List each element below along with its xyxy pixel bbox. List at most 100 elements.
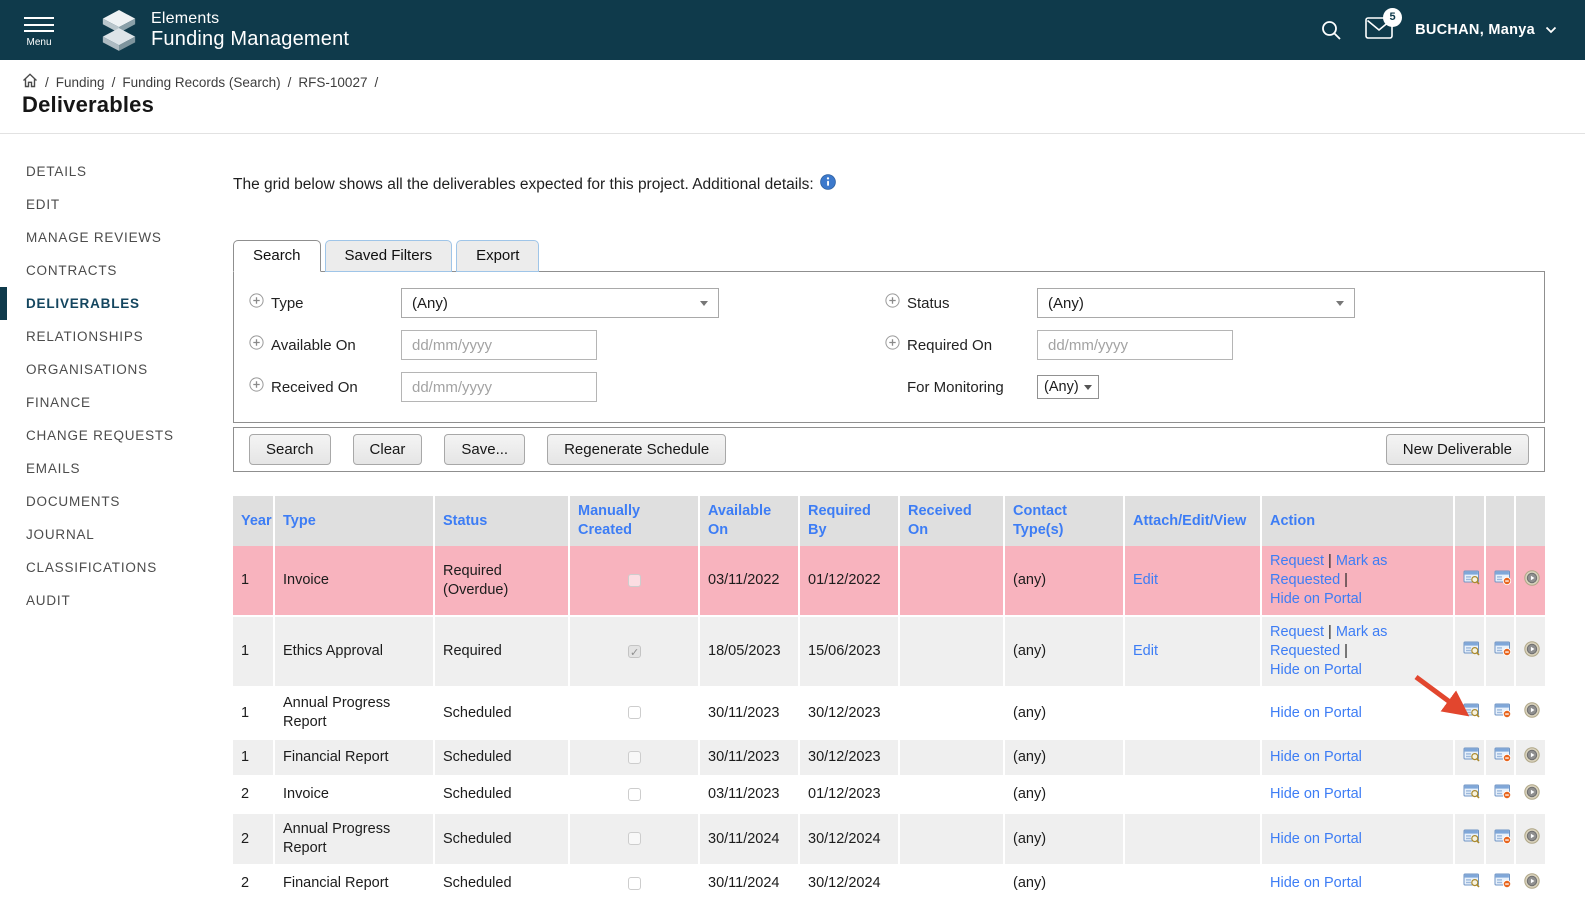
column-header-year[interactable]: Year	[233, 496, 275, 546]
column-header-manually-created[interactable]: Manually Created	[570, 496, 700, 546]
manually-created-checkbox[interactable]	[628, 706, 641, 719]
manually-created-checkbox[interactable]	[628, 645, 641, 658]
action-link-hide-on-portal[interactable]: Hide on Portal	[1270, 661, 1445, 680]
remove-from-portal-icon[interactable]	[1494, 746, 1512, 763]
action-link-hide-on-portal[interactable]: Hide on Portal	[1270, 786, 1362, 802]
column-header-action[interactable]: Action	[1262, 496, 1455, 546]
manually-created-checkbox[interactable]	[628, 877, 641, 890]
manually-created-checkbox[interactable]	[628, 788, 641, 801]
column-header-type[interactable]: Type	[275, 496, 435, 546]
sidebar-item-classifications[interactable]: CLASSIFICATIONS	[0, 551, 233, 584]
available-on-input[interactable]	[401, 330, 597, 360]
column-header-available-on[interactable]: Available On	[700, 496, 800, 546]
breadcrumb-link-funding-records-search[interactable]: Funding Records (Search)	[122, 75, 280, 90]
type-select[interactable]: (Any)	[401, 288, 719, 318]
action-link-request[interactable]: Request	[1270, 624, 1324, 640]
status-select[interactable]: (Any)	[1037, 288, 1355, 318]
cell-required-by: 30/12/2024	[800, 814, 900, 866]
sidebar-item-audit[interactable]: AUDIT	[0, 584, 233, 617]
history-icon[interactable]	[1524, 641, 1540, 657]
tab-export[interactable]: Export	[456, 240, 539, 272]
manually-created-checkbox[interactable]	[628, 574, 641, 587]
clear-button[interactable]: Clear	[353, 434, 423, 465]
column-header-status[interactable]: Status	[435, 496, 570, 546]
sidebar-item-deliverables[interactable]: DELIVERABLES	[0, 287, 233, 320]
add-criteria-icon[interactable]	[885, 335, 907, 355]
history-icon[interactable]	[1524, 747, 1540, 763]
sidebar-item-emails[interactable]: EMAILS	[0, 452, 233, 485]
sidebar-item-manage-reviews[interactable]: MANAGE REVIEWS	[0, 221, 233, 254]
column-header-attach-edit-view[interactable]: Attach/Edit/View	[1125, 496, 1262, 546]
add-criteria-icon[interactable]	[249, 377, 271, 397]
sidebar-item-journal[interactable]: JOURNAL	[0, 518, 233, 551]
breadcrumb-link-rfs-10027[interactable]: RFS-10027	[298, 75, 367, 90]
action-link-hide-on-portal[interactable]: Hide on Portal	[1270, 705, 1362, 721]
action-link-hide-on-portal[interactable]: Hide on Portal	[1270, 749, 1362, 765]
history-icon[interactable]	[1524, 828, 1540, 844]
remove-from-portal-icon[interactable]	[1494, 569, 1512, 586]
open-record-icon[interactable]	[1463, 783, 1481, 800]
tab-saved-filters[interactable]: Saved Filters	[325, 240, 453, 272]
sidebar-item-documents[interactable]: DOCUMENTS	[0, 485, 233, 518]
brand-line2: Funding Management	[151, 28, 349, 50]
action-link-hide-on-portal[interactable]: Hide on Portal	[1270, 590, 1445, 609]
required-on-input[interactable]	[1037, 330, 1233, 360]
app-logo[interactable]: Elements Funding Management	[100, 9, 349, 51]
save-button[interactable]: Save...	[444, 434, 525, 465]
home-icon[interactable]	[22, 73, 38, 91]
edit-link[interactable]: Edit	[1133, 572, 1158, 588]
open-record-icon[interactable]	[1463, 640, 1481, 657]
sidebar-item-organisations[interactable]: ORGANISATIONS	[0, 353, 233, 386]
cell-open-record-icon	[1455, 546, 1486, 617]
search-button[interactable]: Search	[249, 434, 331, 465]
edit-link[interactable]: Edit	[1133, 643, 1158, 659]
manually-created-checkbox[interactable]	[628, 751, 641, 764]
remove-from-portal-icon[interactable]	[1494, 702, 1512, 719]
regenerate-schedule-button[interactable]: Regenerate Schedule	[547, 434, 726, 465]
sidebar-item-change-requests[interactable]: CHANGE REQUESTS	[0, 419, 233, 452]
remove-from-portal-icon[interactable]	[1494, 828, 1512, 845]
action-link-hide-on-portal[interactable]: Hide on Portal	[1270, 831, 1362, 847]
add-criteria-icon[interactable]	[249, 293, 271, 313]
history-icon[interactable]	[1524, 784, 1540, 800]
cell-required-by: 30/12/2023	[800, 688, 900, 740]
add-criteria-icon[interactable]	[249, 335, 271, 355]
remove-from-portal-icon[interactable]	[1494, 872, 1512, 889]
remove-from-portal-icon[interactable]	[1494, 640, 1512, 657]
sidebar-item-relationships[interactable]: RELATIONSHIPS	[0, 320, 233, 353]
for-monitoring-select[interactable]: (Any)	[1037, 375, 1099, 399]
open-record-icon[interactable]	[1463, 569, 1481, 586]
history-icon[interactable]	[1524, 873, 1540, 889]
column-header-required-by[interactable]: Required By	[800, 496, 900, 546]
new-deliverable-button[interactable]: New Deliverable	[1386, 434, 1529, 465]
cell-remove-from-portal-icon	[1486, 866, 1516, 903]
open-record-icon[interactable]	[1463, 872, 1481, 889]
breadcrumb-link-funding[interactable]: Funding	[56, 75, 105, 90]
mail-button[interactable]: 5	[1365, 17, 1393, 44]
open-record-icon[interactable]	[1463, 702, 1481, 719]
tab-search[interactable]: Search	[233, 240, 321, 272]
search-icon[interactable]	[1319, 18, 1343, 42]
history-icon[interactable]	[1524, 702, 1540, 718]
user-menu[interactable]: BUCHAN, Manya	[1415, 22, 1557, 38]
action-link-request[interactable]: Request	[1270, 553, 1324, 569]
manually-created-checkbox[interactable]	[628, 832, 641, 845]
column-header-contact-type-s[interactable]: Contact Type(s)	[1005, 496, 1125, 546]
sidebar-item-edit[interactable]: EDIT	[0, 188, 233, 221]
add-criteria-icon[interactable]	[885, 293, 907, 313]
action-link-hide-on-portal[interactable]: Hide on Portal	[1270, 875, 1362, 891]
column-header-received-on[interactable]: Received On	[900, 496, 1005, 546]
info-icon[interactable]	[820, 174, 836, 195]
open-record-icon[interactable]	[1463, 828, 1481, 845]
menu-button[interactable]: Menu	[24, 13, 54, 48]
cell-received-on	[900, 617, 1005, 688]
sidebar-item-finance[interactable]: FINANCE	[0, 386, 233, 419]
sidebar-item-details[interactable]: DETAILS	[0, 155, 233, 188]
received-on-input[interactable]	[401, 372, 597, 402]
history-icon[interactable]	[1524, 570, 1540, 586]
remove-from-portal-icon[interactable]	[1494, 783, 1512, 800]
open-record-icon[interactable]	[1463, 746, 1481, 763]
sidebar-item-contracts[interactable]: CONTRACTS	[0, 254, 233, 287]
cell-action: Request | Mark as Requested | Hide on Po…	[1262, 546, 1455, 617]
breadcrumb: / Funding/Funding Records (Search)/RFS-1…	[22, 73, 1585, 91]
